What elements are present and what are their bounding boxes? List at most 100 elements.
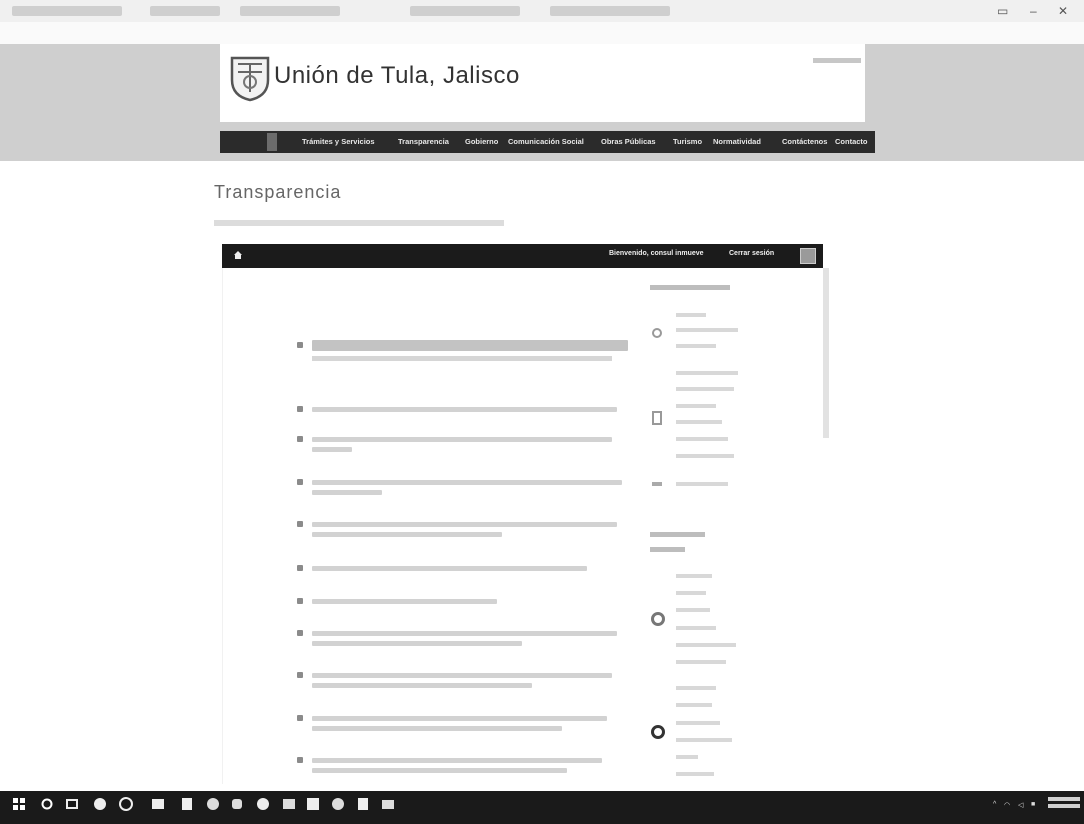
user-greeting[interactable]: Bienvenido, consul inmueve — [609, 250, 704, 257]
list-item-text — [312, 480, 622, 485]
app-icon[interactable] — [151, 797, 165, 811]
volume-icon[interactable]: ◁ — [1018, 801, 1023, 809]
sidebar-link[interactable] — [676, 660, 726, 664]
sidebar-link[interactable] — [676, 387, 734, 391]
list-item-text — [312, 522, 617, 527]
app-icon[interactable] — [331, 797, 345, 811]
show-hidden-icons[interactable]: ^ — [993, 801, 996, 808]
window-icon[interactable]: ▭ — [997, 4, 1008, 18]
list-bullet-icon — [297, 630, 303, 636]
windows-start-icon[interactable] — [12, 797, 26, 811]
header-link[interactable] — [813, 58, 861, 63]
sidebar-link[interactable] — [676, 591, 706, 595]
sidebar-link[interactable] — [676, 437, 728, 441]
sidebar-link[interactable] — [676, 313, 706, 317]
list-item-text — [312, 490, 382, 495]
list-item-text — [312, 641, 522, 646]
menu-toggle-button[interactable] — [800, 248, 816, 264]
scrollbar[interactable] — [823, 268, 829, 438]
crest-logo — [230, 56, 270, 102]
nav-item-contacto[interactable]: Contacto — [835, 137, 868, 146]
nav-item-contactenos[interactable]: Contáctenos — [782, 137, 827, 146]
app-icon[interactable] — [282, 797, 296, 811]
list-bullet-icon — [297, 757, 303, 763]
nav-item-comunicacion[interactable]: Comunicación Social — [508, 137, 584, 146]
sidebar-link[interactable] — [676, 772, 714, 776]
sidebar-link[interactable] — [676, 626, 716, 630]
app-icon[interactable] — [256, 797, 270, 811]
sidebar-link[interactable] — [676, 643, 736, 647]
app-icon[interactable] — [230, 797, 244, 811]
list-bullet-icon — [297, 565, 303, 571]
circle-icon — [651, 725, 665, 739]
list-item-text — [312, 407, 617, 412]
address-bar: ← ↻ ☆ — [0, 22, 1084, 61]
home-icon[interactable] — [233, 250, 243, 260]
app-icon[interactable] — [306, 797, 320, 811]
sidebar-heading — [650, 532, 705, 537]
browser-tab-strip: ▭ – ✕ — [0, 0, 1084, 22]
nav-item-home[interactable] — [267, 133, 277, 151]
sidebar-link[interactable] — [676, 686, 716, 690]
sidebar-link[interactable] — [676, 404, 716, 408]
link-icon — [652, 482, 662, 486]
sidebar-heading — [650, 285, 730, 290]
sidebar-link[interactable] — [676, 755, 698, 759]
sidebar-link[interactable] — [676, 482, 728, 486]
browser-icon[interactable] — [93, 797, 107, 811]
edge-icon[interactable] — [119, 797, 133, 811]
taskbar-clock[interactable] — [1048, 797, 1080, 813]
list-item-text — [312, 599, 497, 604]
app-icon[interactable] — [180, 797, 194, 811]
nav-item-normatividad[interactable]: Normatividad — [713, 137, 761, 146]
sidebar-link[interactable] — [676, 574, 712, 578]
sidebar-heading — [650, 547, 685, 552]
list-item-text — [312, 758, 602, 763]
task-view-icon[interactable] — [65, 797, 79, 811]
nav-item-obras[interactable]: Obras Públicas — [601, 137, 656, 146]
wifi-icon[interactable]: ◠ — [1004, 801, 1010, 809]
nav-item-transparencia[interactable]: Transparencia — [398, 137, 449, 146]
nav-item-turismo[interactable]: Turismo — [673, 137, 702, 146]
page-subtitle — [214, 220, 504, 226]
list-bullet-icon — [297, 436, 303, 442]
app-icon[interactable] — [356, 797, 370, 811]
browser-tab[interactable] — [12, 6, 122, 16]
sidebar-link[interactable] — [676, 371, 738, 375]
sidebar-link[interactable] — [676, 344, 716, 348]
browser-tab[interactable] — [240, 6, 340, 16]
language-icon[interactable]: ■ — [1031, 801, 1035, 808]
list-item-text — [312, 532, 502, 537]
list-bullet-icon — [297, 342, 303, 348]
app-icon[interactable] — [206, 797, 220, 811]
list-item-text — [312, 673, 612, 678]
section-title[interactable] — [312, 340, 628, 351]
list-bullet-icon — [297, 672, 303, 678]
sidebar-link[interactable] — [676, 738, 732, 742]
sidebar-link[interactable] — [676, 454, 734, 458]
nav-item-tramites[interactable]: Trámites y Servicios — [302, 137, 375, 146]
document-icon — [652, 411, 662, 425]
close-window-icon[interactable]: ✕ — [1058, 4, 1068, 18]
search-icon[interactable] — [40, 797, 54, 811]
link-icon — [652, 328, 662, 338]
browser-tab[interactable] — [410, 6, 520, 16]
sidebar-link[interactable] — [676, 721, 720, 725]
list-item-text — [312, 437, 612, 442]
sidebar-link[interactable] — [676, 328, 738, 332]
list-bullet-icon — [297, 598, 303, 604]
minimize-icon[interactable]: – — [1030, 4, 1037, 18]
browser-tab[interactable] — [150, 6, 220, 16]
sidebar-link[interactable] — [676, 703, 712, 707]
nav-item-gobierno[interactable]: Gobierno — [465, 137, 498, 146]
logout-link[interactable]: Cerrar sesión — [729, 250, 774, 257]
list-item-text — [312, 716, 607, 721]
browser-tab[interactable] — [550, 6, 670, 16]
section-subtitle — [312, 356, 612, 361]
sidebar-link[interactable] — [676, 608, 710, 612]
sidebar-link[interactable] — [676, 420, 722, 424]
site-title[interactable]: Unión de Tula, Jalisco — [274, 62, 520, 90]
app-icon[interactable] — [381, 797, 395, 811]
list-item-text — [312, 631, 617, 636]
list-bullet-icon — [297, 715, 303, 721]
